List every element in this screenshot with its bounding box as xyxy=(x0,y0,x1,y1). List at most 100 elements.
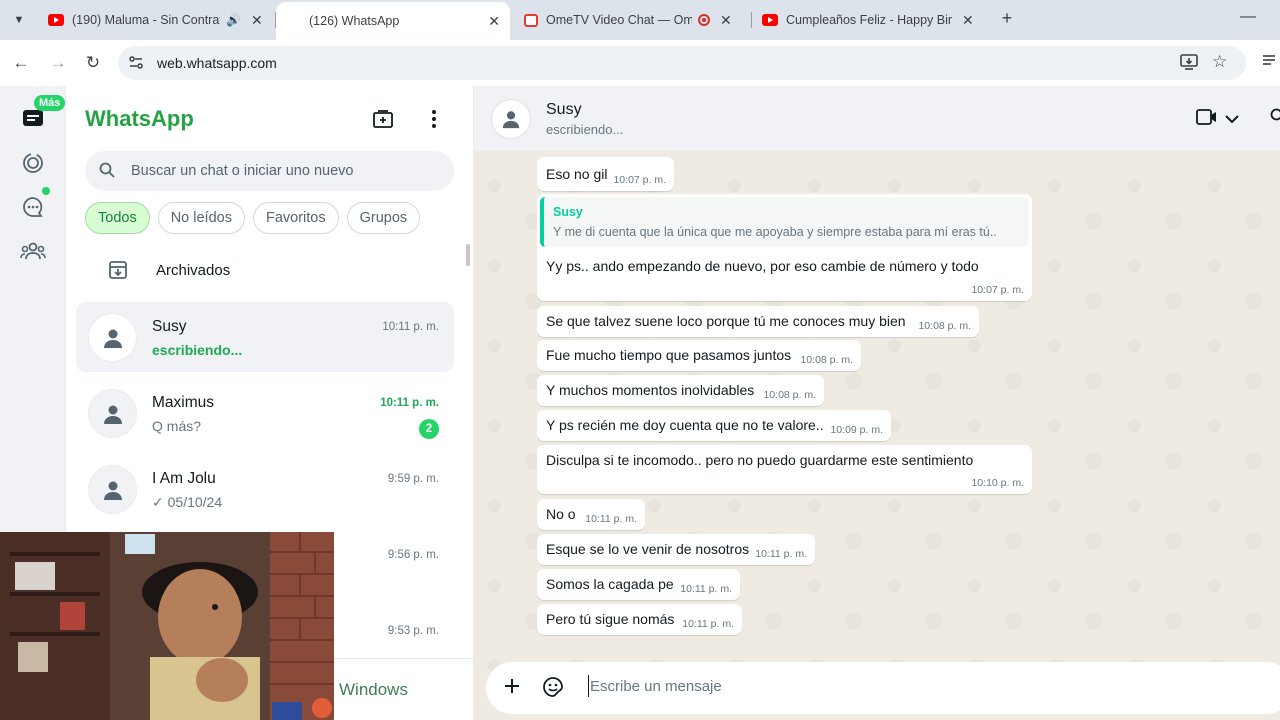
search-input[interactable]: Buscar un chat o iniciar uno nuevo xyxy=(85,151,454,191)
chevron-down-icon xyxy=(1225,115,1239,124)
search-placeholder: Buscar un chat o iniciar uno nuevo xyxy=(131,163,354,179)
close-tab-icon[interactable]: ✕ xyxy=(251,12,263,29)
address-bar[interactable]: web.whatsapp.com ☆ xyxy=(118,46,1246,80)
message-bubble[interactable]: Fue mucho tiempo que pasamos juntos 10:0… xyxy=(537,340,861,371)
status-nav-button[interactable] xyxy=(19,149,47,177)
install-app-icon[interactable] xyxy=(1180,54,1198,74)
chat-item-susy[interactable]: Susy 10:11 p. m. escribiendo... xyxy=(76,302,454,372)
avatar xyxy=(88,313,137,362)
archived-chats-row[interactable]: Archivados xyxy=(66,252,474,288)
message-bubble[interactable]: Se que talvez suene loco porque tú me co… xyxy=(537,306,979,337)
speaker-icon[interactable]: 🔊 xyxy=(226,13,241,27)
communities-nav-button[interactable] xyxy=(19,237,47,265)
filter-no-leidos[interactable]: No leídos xyxy=(157,202,245,234)
filter-favoritos[interactable]: Favoritos xyxy=(252,202,339,234)
video-call-button[interactable] xyxy=(1196,108,1218,131)
browser-toolbar: ← → ↻ web.whatsapp.com ☆ xyxy=(0,40,1280,86)
sticker-button[interactable] xyxy=(541,675,565,704)
back-button[interactable]: ← xyxy=(9,51,33,75)
message-bubble[interactable]: Disculpa si te incomodo.. pero no puedo … xyxy=(537,445,1032,494)
menu-button[interactable] xyxy=(421,106,447,132)
tab-search-button[interactable]: ▼ xyxy=(6,8,32,32)
reload-button[interactable]: ↻ xyxy=(81,51,105,75)
message-time: 10:08 p. m. xyxy=(763,389,816,401)
message-text: Disculpa si te incomodo.. pero no puedo … xyxy=(546,452,974,468)
message-text: Y muchos momentos inolvidables xyxy=(546,382,755,398)
status-icon xyxy=(23,153,43,173)
browser-tab-ometv[interactable]: OmeTV Video Chat — Ome ✕ xyxy=(514,0,750,40)
quoted-message[interactable]: Susy Y me di cuenta que la única que me … xyxy=(540,197,1029,247)
chat-time: 9:59 p. m. xyxy=(387,473,439,485)
filter-grupos[interactable]: Grupos xyxy=(346,202,421,234)
message-text: Somos la cagada pe xyxy=(546,576,674,592)
message-text: Pero tú sigue nomás xyxy=(546,611,675,627)
quoted-author: Susy xyxy=(553,205,583,219)
new-chat-icon xyxy=(373,110,393,128)
browser-tab-maluma[interactable]: (190) Maluma - Sin Contrato 🔊 ✕ xyxy=(38,0,274,40)
tab-title: Cumpleaños Feliz - Happy Birthday xyxy=(786,13,952,27)
avatar xyxy=(88,465,137,514)
default-avatar-icon xyxy=(502,111,520,129)
kebab-menu-icon xyxy=(432,110,436,128)
message-time: 10:11 p. m. xyxy=(585,513,637,525)
message-text: Fue mucho tiempo que pasamos juntos xyxy=(546,347,792,363)
url-text: web.whatsapp.com xyxy=(157,55,277,71)
recording-icon xyxy=(698,14,710,26)
bookmark-star-icon[interactable]: ☆ xyxy=(1212,52,1227,72)
chat-filters: Todos No leídos Favoritos Grupos xyxy=(85,202,421,234)
filter-todos[interactable]: Todos xyxy=(85,202,150,234)
call-options-dropdown[interactable] xyxy=(1225,111,1239,129)
channels-nav-button[interactable] xyxy=(19,193,47,221)
chat-time: 10:11 p. m. xyxy=(382,321,439,333)
message-input[interactable]: Escribe un mensaje xyxy=(590,678,722,695)
chat-name: Susy xyxy=(152,318,187,335)
message-bubble[interactable]: Eso no gil 10:07 p. m. xyxy=(537,157,674,191)
webcam-person-image xyxy=(0,532,334,720)
chat-item-maximus[interactable]: Maximus 10:11 p. m. Q más? 2 xyxy=(76,378,454,448)
tab-title: (190) Maluma - Sin Contrato xyxy=(72,13,220,27)
message-bubble[interactable]: Y muchos momentos inolvidables 10:08 p. … xyxy=(537,375,824,406)
new-chat-button[interactable] xyxy=(370,106,396,132)
close-tab-icon[interactable]: ✕ xyxy=(962,12,974,29)
chat-list-scrollbar[interactable] xyxy=(466,244,470,266)
whatsapp-logo: WhatsApp xyxy=(85,106,194,131)
message-text: Y ps recién me doy cuenta que no te valo… xyxy=(546,417,824,433)
new-tab-button[interactable]: + xyxy=(996,8,1018,29)
communities-icon xyxy=(20,242,46,260)
youtube-icon xyxy=(48,14,64,26)
chat-name: I Am Jolu xyxy=(152,470,216,487)
message-time: 10:11 p. m. xyxy=(682,618,734,630)
text-caret xyxy=(588,675,589,697)
default-avatar-icon xyxy=(103,405,122,424)
chat-preview: Q más? xyxy=(152,418,202,434)
conversation-header[interactable]: Susy escribiendo... xyxy=(474,86,1280,151)
site-settings-icon[interactable] xyxy=(128,55,144,74)
browser-tab-whatsapp[interactable]: (126) WhatsApp ✕ xyxy=(276,2,510,115)
message-bubble[interactable]: Somos la cagada pe 10:11 p. m. xyxy=(537,569,740,600)
message-text: Se que talvez suene loco porque tú me co… xyxy=(546,313,906,329)
search-icon xyxy=(99,162,115,183)
youtube-icon xyxy=(762,14,778,26)
channels-icon xyxy=(23,197,43,217)
message-text: Eso no gil xyxy=(546,166,608,182)
attach-button[interactable] xyxy=(502,676,522,701)
message-bubble[interactable]: Y ps recién me doy cuenta que no te valo… xyxy=(537,410,891,441)
tab-title: (126) WhatsApp xyxy=(309,14,400,28)
chat-preview: escribiendo... xyxy=(152,342,243,358)
extensions-icon[interactable] xyxy=(1262,53,1276,70)
forward-button[interactable]: → xyxy=(46,51,70,75)
message-bubble-with-quote[interactable]: Susy Y me di cuenta que la única que me … xyxy=(537,194,1032,301)
minimize-window-button[interactable]: — xyxy=(1240,8,1256,26)
new-updates-dot xyxy=(42,187,50,195)
close-tab-icon[interactable]: ✕ xyxy=(488,13,500,30)
message-time: 10:11 p. m. xyxy=(680,583,732,595)
close-tab-icon[interactable]: ✕ xyxy=(720,12,732,29)
message-bubble[interactable]: Pero tú sigue nomás 10:11 p. m. xyxy=(537,604,742,635)
contact-avatar[interactable] xyxy=(491,99,531,139)
chat-item-i-am-jolu[interactable]: I Am Jolu 9:59 p. m. ✓ 05/10/24 xyxy=(76,454,454,524)
search-in-chat-button[interactable] xyxy=(1270,108,1280,129)
message-bubble[interactable]: No o 10:11 p. m. xyxy=(537,499,645,530)
tab-title: OmeTV Video Chat — Ome xyxy=(546,13,692,27)
message-bubble[interactable]: Esque se lo ve venir de nosotros 10:11 p… xyxy=(537,534,815,565)
browser-tab-birthday[interactable]: Cumpleaños Feliz - Happy Birthday ✕ xyxy=(752,0,988,40)
